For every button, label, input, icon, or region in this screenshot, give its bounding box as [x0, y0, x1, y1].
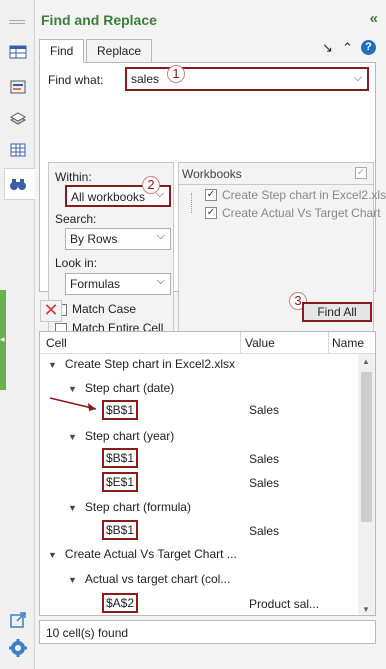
status-bar: 10 cell(s) found — [39, 620, 376, 644]
help-icon[interactable]: ? — [361, 40, 376, 55]
settings-gear-icon[interactable] — [8, 638, 28, 658]
expand-arrow-icon: ◂ — [0, 334, 5, 344]
workbooks-select-all-checkbox[interactable]: ✓ — [355, 167, 367, 179]
caret-down-icon[interactable]: ▼ — [48, 550, 57, 560]
workbook-icon[interactable] — [8, 42, 28, 62]
col-value[interactable]: Value — [245, 336, 275, 350]
result-cell-ref[interactable]: $B$1 — [102, 520, 139, 540]
move-arrow-icon[interactable]: ↘ — [322, 40, 333, 56]
find-what-label: Find what: — [48, 73, 104, 87]
export-icon[interactable] — [8, 610, 28, 630]
workbooks-header-label: Workbooks — [182, 167, 242, 181]
find-all-button[interactable]: Find All — [302, 302, 372, 322]
scroll-up-icon[interactable]: ▲ — [362, 357, 370, 366]
panel-title: Find and Replace — [41, 12, 157, 28]
result-value: Sales — [249, 524, 280, 538]
tree-row-sheet[interactable]: ▼ Step chart (formula) — [68, 500, 191, 514]
search-label: Search: — [55, 212, 97, 226]
clear-results-button[interactable]: ✕ — [40, 300, 62, 322]
result-value: Sales — [249, 476, 280, 490]
search-value: By Rows — [70, 232, 118, 246]
step-badge-2: 2 — [142, 176, 160, 194]
caret-down-icon[interactable]: ▼ — [48, 360, 57, 370]
find-what-value: sales — [131, 72, 160, 86]
chevron-down-icon[interactable]: ⌵ — [354, 72, 362, 85]
grid-icon[interactable] — [8, 140, 28, 160]
result-cell-ref[interactable]: $A$2 — [102, 593, 139, 613]
within-label: Within: — [55, 170, 92, 184]
search-select[interactable]: By Rows ⌵ — [65, 228, 171, 250]
workbooks-header: Workbooks ✓ — [179, 163, 373, 185]
result-cell-ref[interactable]: $E$1 — [102, 472, 139, 492]
workbook-item-1[interactable]: Create Step chart in Excel2.xlsx — [222, 188, 386, 202]
lookin-value: Formulas — [70, 277, 121, 291]
results-scrollbar[interactable]: ▲ ▼ — [358, 354, 375, 615]
workbook-item-2[interactable]: Create Actual Vs Target Chart — [222, 206, 381, 220]
layers-icon[interactable] — [8, 108, 28, 128]
tree-row-workbook[interactable]: ▼ Create Step chart in Excel2.xlsx — [48, 357, 235, 371]
chevron-down-icon[interactable]: ⌵ — [157, 275, 165, 288]
result-cell-ref[interactable]: $B$1 — [102, 448, 139, 468]
collapse-panel-icon[interactable]: « — [370, 10, 378, 27]
column-divider[interactable] — [240, 332, 241, 354]
tree-row-sheet[interactable]: ▼ Actual vs target chart (col... — [68, 572, 230, 586]
lookin-label: Look in: — [55, 256, 98, 270]
tab-replace[interactable]: Replace — [86, 39, 153, 63]
column-divider[interactable] — [328, 332, 329, 354]
caret-down-icon[interactable]: ▼ — [68, 432, 77, 442]
left-toolbar: ◂ — [0, 0, 35, 669]
workbook-checkbox-1[interactable]: ✓ — [205, 189, 217, 201]
chevron-down-icon[interactable]: ⌵ — [157, 230, 165, 243]
match-case-label: Match Case — [72, 302, 137, 316]
lookin-select[interactable]: Formulas ⌵ — [65, 273, 171, 295]
step-badge-1: 1 — [167, 65, 185, 83]
caret-down-icon[interactable]: ▼ — [68, 575, 77, 585]
results-tree: Cell Value Name ▼ Create Step chart in Ex… — [39, 331, 376, 616]
find-tab-body: Find what: sales ⌵ 1 Within: All workboo… — [39, 62, 386, 344]
collapse-up-icon[interactable]: ⌃ — [342, 40, 353, 56]
col-cell[interactable]: Cell — [46, 336, 67, 350]
within-value: All workbooks — [71, 190, 146, 204]
grip-icon — [9, 20, 25, 24]
result-cell-ref[interactable]: $B$1 — [102, 400, 139, 420]
col-name[interactable]: Name — [332, 336, 364, 350]
options-group: Within: All workbooks ⌵ 2 Search: By Row… — [48, 162, 174, 344]
results-header: Cell Value Name — [40, 332, 375, 354]
scrollbar-thumb[interactable] — [361, 372, 372, 522]
side-expand-handle[interactable]: ◂ — [0, 290, 6, 390]
find-what-input[interactable]: sales ⌵ — [125, 67, 369, 91]
name-manager-icon[interactable] — [8, 77, 28, 97]
binoculars-icon[interactable] — [8, 174, 28, 194]
tree-row-sheet[interactable]: ▼ Step chart (year) — [68, 429, 174, 443]
workbook-checkbox-2[interactable]: ✓ — [205, 207, 217, 219]
tree-row-workbook[interactable]: ▼ Create Actual Vs Target Chart ... — [48, 547, 237, 561]
status-text: 10 cell(s) found — [46, 626, 129, 640]
pointer-arrow-icon — [49, 397, 97, 411]
result-value: Sales — [249, 452, 280, 466]
result-value: Product sal... — [249, 597, 320, 611]
tree-line — [191, 193, 192, 213]
tab-find[interactable]: Find — [39, 39, 85, 63]
find-replace-panel: Find and Replace « Find Replace ↘ ⌃ ? Fi… — [35, 0, 386, 669]
result-value: Sales — [249, 403, 280, 417]
caret-down-icon[interactable]: ▼ — [68, 384, 77, 394]
scroll-down-icon[interactable]: ▼ — [362, 605, 370, 614]
caret-down-icon[interactable]: ▼ — [68, 503, 77, 513]
tree-row-sheet[interactable]: ▼ Step chart (date) — [68, 381, 174, 395]
